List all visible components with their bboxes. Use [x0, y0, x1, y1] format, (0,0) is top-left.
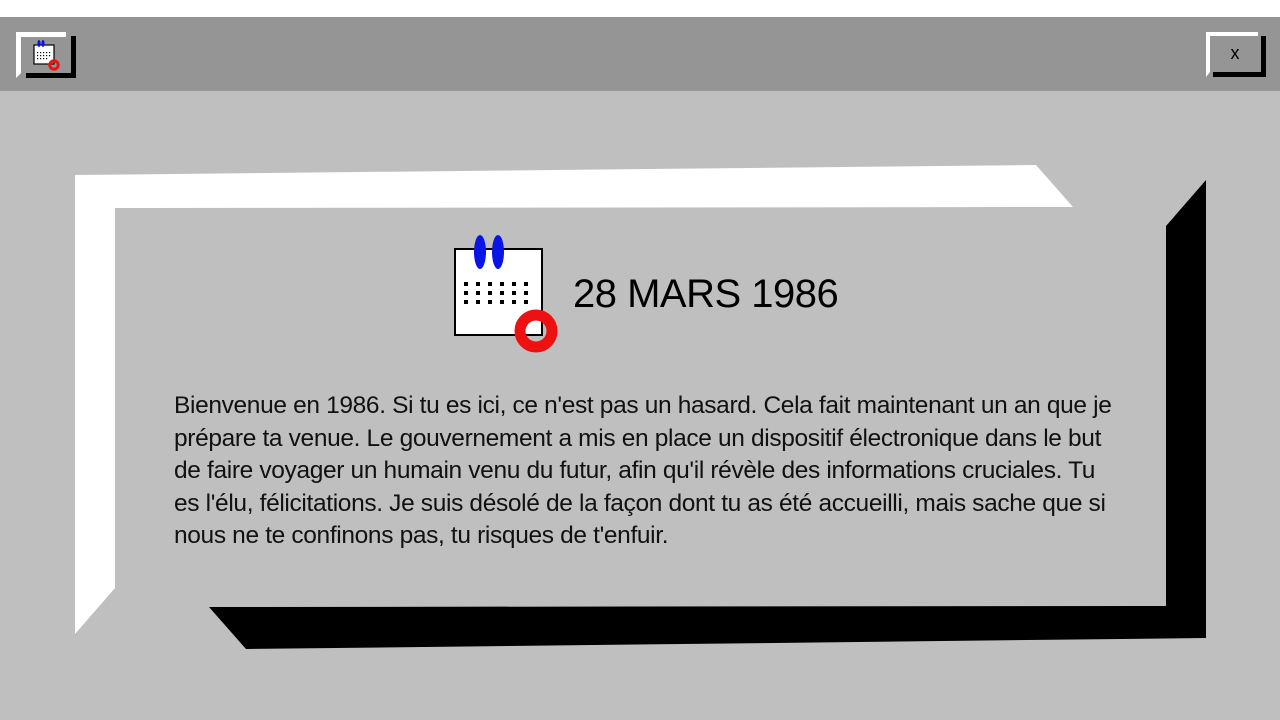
dialog-frame — [75, 165, 1206, 649]
calendar-icon — [454, 235, 558, 353]
close-label: x — [1230, 43, 1240, 63]
close-button[interactable]: x — [1206, 32, 1266, 77]
date-heading: 28 MARS 1986 — [573, 272, 839, 316]
top-strip — [0, 0, 1280, 17]
calendar-icon — [33, 40, 60, 71]
dialog-message: Bienvenue en 1986. Si tu es ici, ce n'es… — [174, 392, 1112, 549]
title-bar — [0, 17, 1280, 91]
app-icon-button[interactable] — [16, 32, 76, 78]
